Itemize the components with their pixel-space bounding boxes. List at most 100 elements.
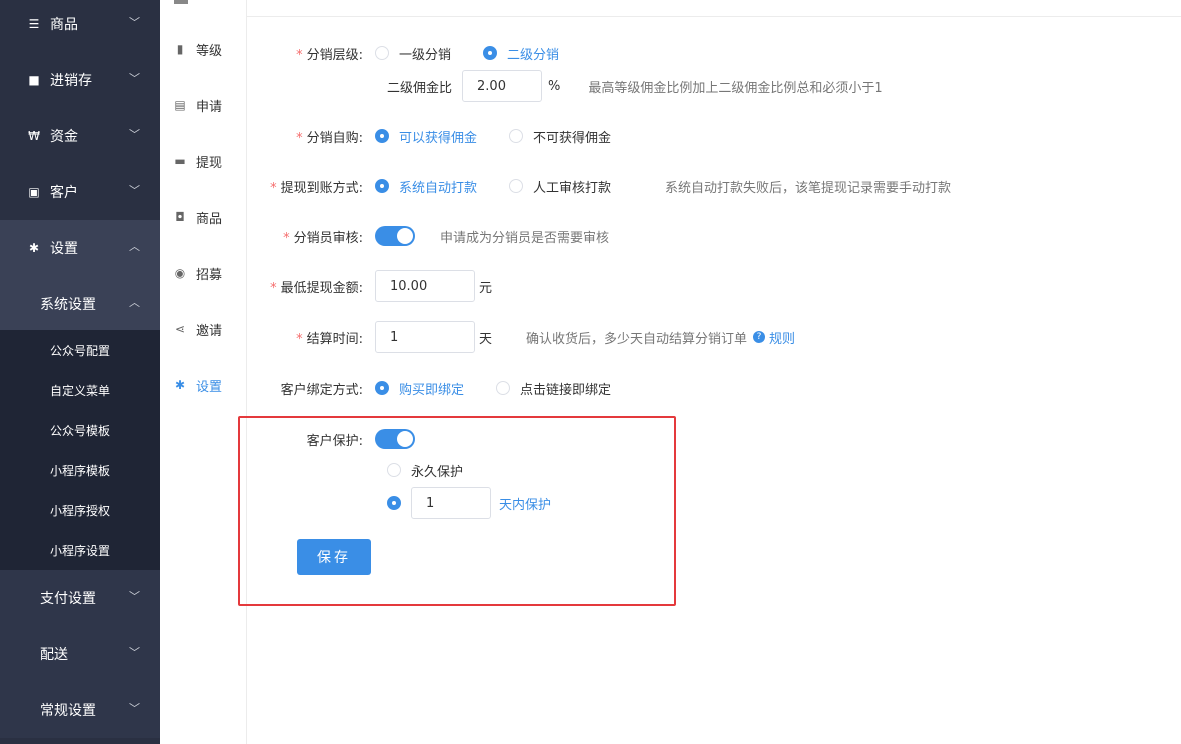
ratio-row: 二级佣金比 2.00 % 最高等级佣金比例加上二级佣金比例总和必须小于1 (387, 70, 883, 102)
id-card-icon: ▣ (28, 185, 40, 199)
radio-checked-icon (483, 46, 498, 60)
withdraw-option-auto[interactable]: 系统自动打款 (375, 177, 477, 196)
radio-icon (496, 381, 511, 395)
leaf-custom-menu[interactable]: 自定义菜单 (0, 370, 160, 410)
nav-customers-label: 客户 (50, 185, 78, 201)
level-label: * 分销层级: (296, 47, 363, 63)
distribution-submenu: ▮ 等级 ▤ 申请 ▬ 提现 ◘ 商品 ◉ 招募 ⋖ 邀请 ✱ 设置 (160, 0, 247, 744)
audit-toggle[interactable] (375, 226, 415, 246)
submenu-level[interactable]: ▮ 等级 (172, 39, 222, 59)
chevron-down-icon: ﹀ (129, 128, 140, 141)
chevron-down-icon: ﹀ (129, 184, 140, 197)
gear-icon: ✱ (174, 378, 186, 392)
nav-pay-settings[interactable]: 支付设置 ﹀ (0, 570, 160, 626)
chevron-down-icon: ﹀ (129, 16, 140, 29)
nav-inventory[interactable]: ■ 进销存 ﹀ (0, 52, 160, 108)
help-icon[interactable]: ? (753, 331, 766, 343)
bag-icon: ◘ (175, 210, 185, 224)
settle-unit: 天 (479, 331, 493, 347)
ratio-input[interactable]: 2.00 (462, 70, 543, 102)
chevron-up-icon: ︿ (129, 240, 140, 253)
save-button[interactable]: 保存 (297, 539, 371, 575)
nav-customers[interactable]: ▣ 客户 ﹀ (0, 164, 160, 220)
settle-row: * 结算时间: 1 天 确认收货后，多少天自动结算分销订单 ? 规则 (247, 321, 795, 353)
chevron-down-icon: ﹀ (129, 590, 140, 603)
system-settings-submenu: 公众号配置 自定义菜单 公众号模板 小程序模板 小程序授权 小程序设置 (0, 330, 160, 570)
level-option-one[interactable]: 一级分销 (375, 44, 451, 63)
radio-icon (509, 179, 524, 193)
submenu-withdraw-label: 提现 (196, 155, 223, 171)
top-divider (247, 16, 1181, 17)
withdraw-option-manual[interactable]: 人工审核打款 (509, 177, 611, 196)
leaf-official-account-config[interactable]: 公众号配置 (0, 330, 160, 370)
target-icon: ◉ (174, 266, 186, 280)
leaf-official-account-template[interactable]: 公众号模板 (0, 410, 160, 450)
self-buy-label: * 分销自购: (296, 130, 363, 146)
settings-form: * 分销层级: 一级分销 二级分销 二级佣金比 2.00 % 最高等级佣金比例加上… (247, 0, 1181, 744)
nav-settings[interactable]: ✱ 设置 ︿ (0, 220, 160, 276)
withdraw-hint: 系统自动打款失败后，该笔提现记录需要手动打款 (665, 180, 952, 196)
radio-icon (509, 129, 524, 143)
menu-icon: ☰ (28, 17, 40, 31)
nav-funds-label: 资金 (50, 129, 78, 145)
self-buy-option-no[interactable]: 不可获得佣金 (509, 127, 611, 146)
submenu-settings[interactable]: ✱ 设置 (172, 375, 222, 395)
settle-label: * 结算时间: (296, 331, 363, 347)
chevron-down-icon: ﹀ (129, 72, 140, 85)
leaf-miniprogram-settings[interactable]: 小程序设置 (0, 530, 160, 570)
min-withdraw-unit: 元 (479, 280, 493, 296)
nav-general-settings-label: 常规设置 (40, 703, 96, 719)
radio-checked-icon (375, 179, 389, 193)
bar-chart-icon: ▮ (176, 42, 184, 56)
radio-checked-icon (375, 381, 389, 395)
self-buy-option-yes[interactable]: 可以获得佣金 (375, 127, 477, 146)
min-withdraw-input[interactable]: 10.00 (375, 270, 475, 302)
bind-row: 客户绑定方式: 购买即绑定 点击链接即绑定 (247, 377, 643, 399)
share-icon: ⋖ (174, 322, 186, 336)
cropped-icon (174, 0, 188, 4)
bind-option-purchase[interactable]: 购买即绑定 (375, 379, 464, 398)
chevron-up-icon: ︿ (129, 296, 140, 309)
chevron-down-icon: ﹀ (129, 646, 140, 659)
nav-funds[interactable]: ₩ 资金 ﹀ (0, 108, 160, 164)
min-withdraw-label: * 最低提现金额: (270, 280, 363, 296)
bind-option-click-link[interactable]: 点击链接即绑定 (496, 379, 611, 398)
submenu-invite-label: 邀请 (196, 323, 223, 339)
bind-label: 客户绑定方式: (280, 382, 363, 398)
nav-system-settings-label: 系统设置 (40, 297, 96, 313)
leaf-miniprogram-auth[interactable]: 小程序授权 (0, 490, 160, 530)
withdraw-row: * 提现到账方式: 系统自动打款 人工审核打款 系统自动打款失败后，该笔提现记录需… (247, 175, 951, 197)
nav-inventory-label: 进销存 (50, 73, 92, 89)
submenu-apply-label: 申请 (196, 99, 223, 115)
nav-delivery-label: 配送 (40, 647, 68, 663)
nav-delivery[interactable]: 配送 ﹀ (0, 626, 160, 682)
chevron-down-icon: ﹀ (129, 702, 140, 715)
level-row: * 分销层级: 一级分销 二级分销 (247, 42, 591, 64)
rules-link[interactable]: 规则 (769, 328, 795, 347)
submenu-invite[interactable]: ⋖ 邀请 (172, 319, 222, 339)
level-option-two[interactable]: 二级分销 (483, 44, 559, 63)
nav-system-settings[interactable]: 系统设置 ︿ (0, 276, 160, 332)
clipboard-icon: ▤ (174, 98, 186, 112)
leaf-miniprogram-template[interactable]: 小程序模板 (0, 450, 160, 490)
submenu-apply[interactable]: ▤ 申请 (172, 95, 222, 115)
nav-general-settings[interactable]: 常规设置 ﹀ (0, 682, 160, 738)
submenu-settings-label: 设置 (196, 379, 223, 395)
gear-icon: ✱ (28, 241, 40, 255)
settle-days-input[interactable]: 1 (375, 321, 475, 353)
radio-checked-icon (375, 129, 389, 143)
submenu-level-label: 等级 (196, 43, 223, 59)
settle-hint: 确认收货后，多少天自动结算分销订单 (526, 331, 748, 347)
submenu-withdraw[interactable]: ▬ 提现 (172, 151, 222, 171)
submenu-goods-label: 商品 (196, 211, 223, 227)
ratio-hint: 最高等级佣金比例加上二级佣金比例总和必须小于1 (588, 80, 883, 96)
submenu-goods[interactable]: ◘ 商品 (172, 207, 222, 227)
submenu-recruit-label: 招募 (196, 267, 223, 283)
audit-hint: 申请成为分销员是否需要审核 (440, 230, 610, 246)
ratio-label: 二级佣金比 (387, 80, 453, 96)
nav-goods[interactable]: ☰ 商品 ﹀ (0, 0, 160, 52)
ratio-unit: % (548, 78, 561, 94)
submenu-recruit[interactable]: ◉ 招募 (172, 263, 222, 283)
audit-label: * 分销员审核: (283, 230, 363, 246)
self-buy-row: * 分销自购: 可以获得佣金 不可获得佣金 (247, 125, 643, 147)
